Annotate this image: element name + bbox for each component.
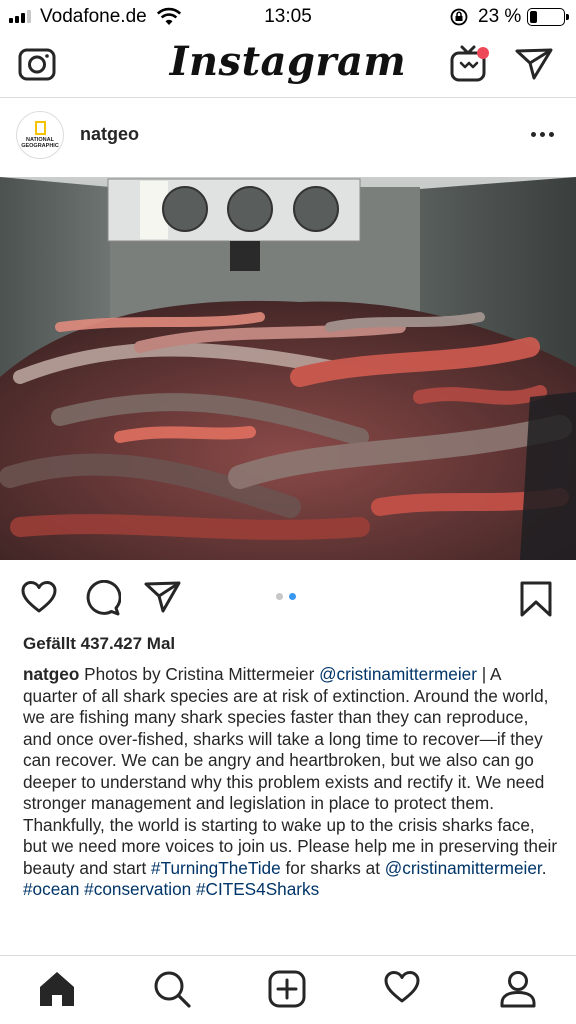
natgeo-logo-icon <box>34 121 46 135</box>
top-navigation-bar: Instagram <box>0 34 576 98</box>
new-post-icon[interactable] <box>268 970 306 1013</box>
carousel-dot <box>289 593 296 600</box>
caption-mention[interactable]: @cristinamittermeier <box>319 664 477 684</box>
avatar-text: NATIONAL GEOGRAPHIC <box>21 137 59 149</box>
carousel-indicator <box>276 593 296 600</box>
status-bar: Vodafone.de 13:05 23 % <box>0 0 576 34</box>
search-icon[interactable] <box>153 970 191 1013</box>
avatar[interactable]: NATIONAL GEOGRAPHIC <box>16 111 64 159</box>
caption-text: Photos by Cristina Mittermeier <box>79 664 320 684</box>
more-options-icon[interactable] <box>531 132 554 137</box>
caption-mention[interactable]: @cristinamittermeier <box>385 858 542 878</box>
rotation-lock-icon <box>449 7 469 33</box>
igtv-icon[interactable] <box>450 44 490 87</box>
caption-text: | A quarter of all shark species are at … <box>23 664 558 878</box>
caption-username[interactable]: natgeo <box>23 664 79 684</box>
caption-hashtag[interactable]: #conservation <box>84 879 191 899</box>
caption-hashtag[interactable]: #ocean <box>23 879 79 899</box>
like-heart-icon[interactable] <box>20 580 58 619</box>
post-photo-illustration <box>0 177 576 560</box>
caption-hashtag[interactable]: #TurningTheTide <box>151 858 281 878</box>
battery-icon <box>527 8 569 26</box>
bookmark-icon[interactable] <box>519 580 553 623</box>
caption-hashtag[interactable]: #CITES4Sharks <box>196 879 319 899</box>
profile-icon[interactable] <box>499 970 537 1013</box>
battery-percentage: 23 % <box>478 6 522 27</box>
post-caption: natgeo Photos by Cristina Mittermeier @c… <box>23 664 559 901</box>
home-icon[interactable] <box>38 970 76 1013</box>
caption-text: . <box>541 857 547 878</box>
direct-message-icon[interactable] <box>514 46 554 87</box>
comment-icon[interactable] <box>83 579 122 621</box>
activity-icon[interactable] <box>383 970 421 1009</box>
post-actions <box>0 560 576 632</box>
share-icon[interactable] <box>143 580 181 619</box>
post-username[interactable]: natgeo <box>80 124 139 145</box>
carousel-dot <box>276 593 283 600</box>
post-header: NATIONAL GEOGRAPHIC natgeo <box>0 100 576 174</box>
bottom-tab-bar <box>0 955 576 1024</box>
likes-count[interactable]: Gefällt 437.427 Mal <box>23 634 175 654</box>
caption-text: for sharks at <box>280 857 385 878</box>
post-photo[interactable] <box>0 177 576 560</box>
